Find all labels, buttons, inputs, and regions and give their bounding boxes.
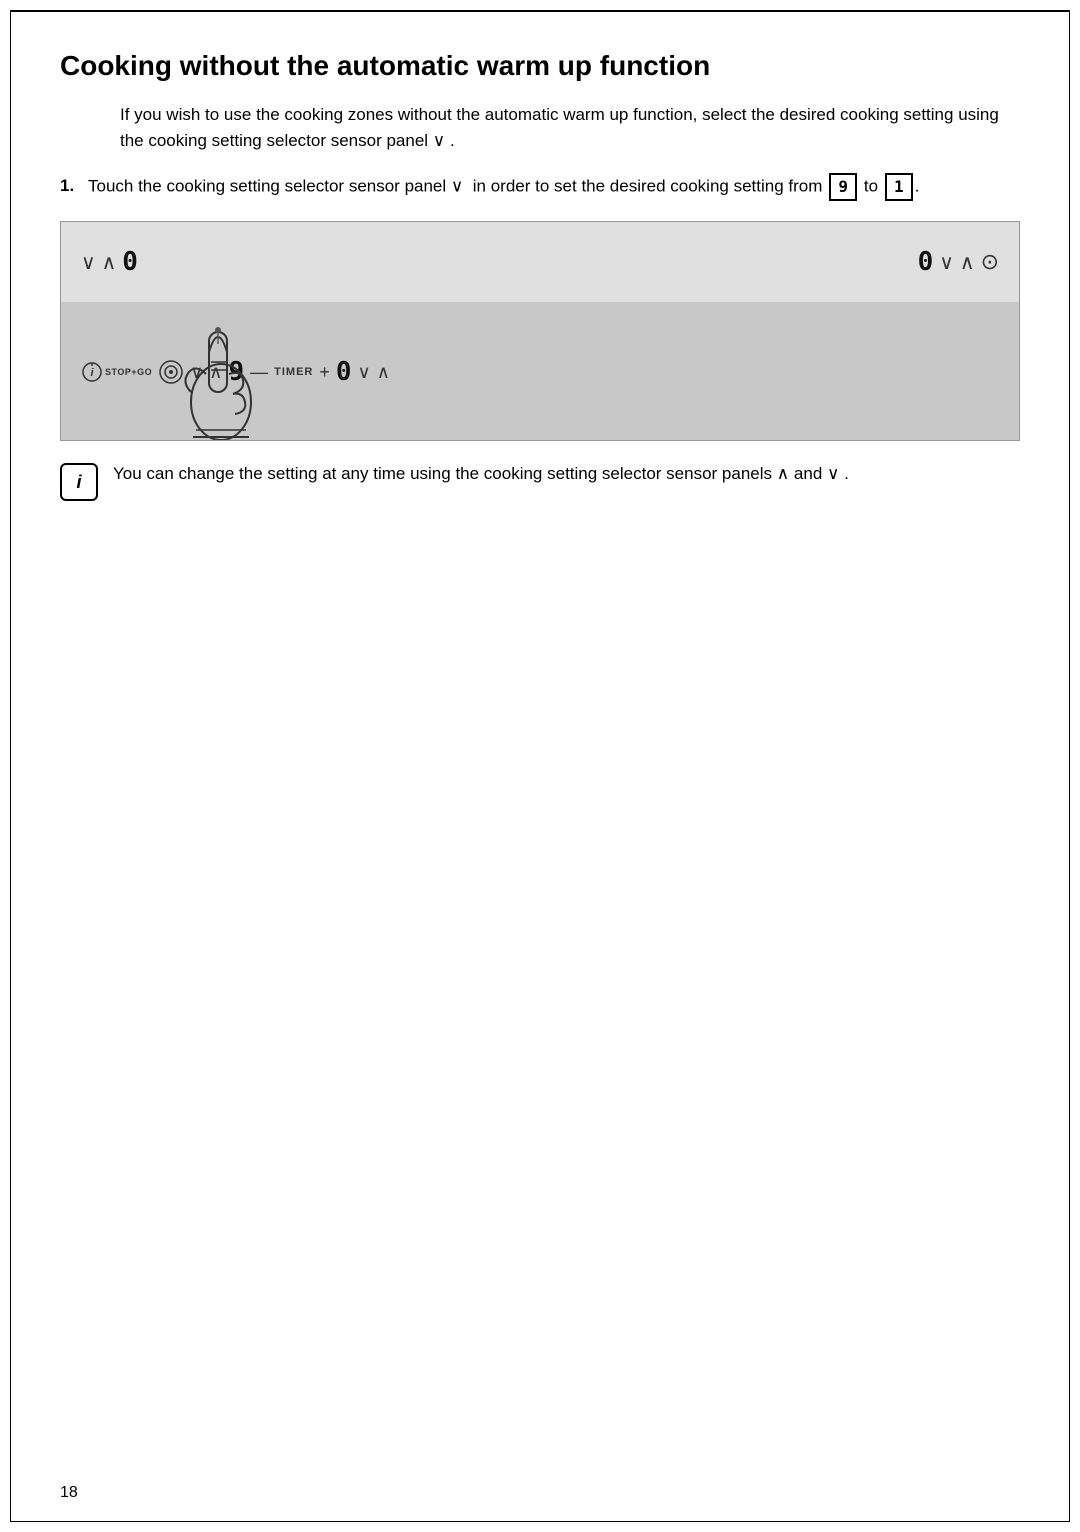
step-1-content: Touch the cooking setting selector senso…	[88, 173, 1020, 201]
chevron-down-2: ∨	[939, 250, 954, 275]
step-number: 1.	[60, 173, 80, 201]
chevron-up-1: ∧	[102, 250, 117, 275]
panel-illustration: ∨ ∧ 0 0 ∨ ∧ ⊙ i STOP+GO	[60, 221, 1020, 441]
panel-top-row: ∨ ∧ 0 0 ∨ ∧ ⊙	[61, 222, 1019, 302]
circle-lines-icon: ⊙	[981, 249, 999, 275]
svg-text:i: i	[90, 367, 94, 379]
chevron-down-bottom-2: ∨	[358, 362, 371, 383]
to-value-box: 1	[885, 173, 913, 201]
stop-go-label: STOP+GO	[105, 367, 152, 377]
step-1-section: 1. Touch the cooking setting selector se…	[60, 173, 1020, 201]
power-icon: i	[81, 361, 103, 383]
chevron-down-1: ∨	[81, 250, 96, 275]
digit-0-bottom: 0	[336, 357, 352, 387]
hand-illustration	[161, 302, 291, 441]
digit-0-top1: 0	[122, 247, 138, 277]
info-icon-box: i	[60, 463, 98, 501]
digit-0-top2: 0	[918, 247, 934, 277]
page-number: 18	[60, 1484, 78, 1502]
page-content: Cooking without the automatic warm up fu…	[60, 30, 1020, 501]
chevron-up-2: ∧	[960, 250, 975, 275]
info-letter: i	[76, 472, 81, 493]
info-section: i You can change the setting at any time…	[60, 461, 1020, 501]
intro-paragraph: If you wish to use the cooking zones wit…	[120, 102, 1020, 153]
plus-symbol: +	[319, 362, 330, 383]
page-title: Cooking without the automatic warm up fu…	[60, 50, 1020, 82]
chevron-up-bottom-2: ∧	[377, 362, 390, 383]
step-1-text: 1. Touch the cooking setting selector se…	[60, 173, 1020, 201]
from-value-box: 9	[829, 173, 857, 201]
power-stop-go-group: i STOP+GO	[81, 361, 152, 383]
info-text-paragraph: You can change the setting at any time u…	[113, 461, 849, 487]
